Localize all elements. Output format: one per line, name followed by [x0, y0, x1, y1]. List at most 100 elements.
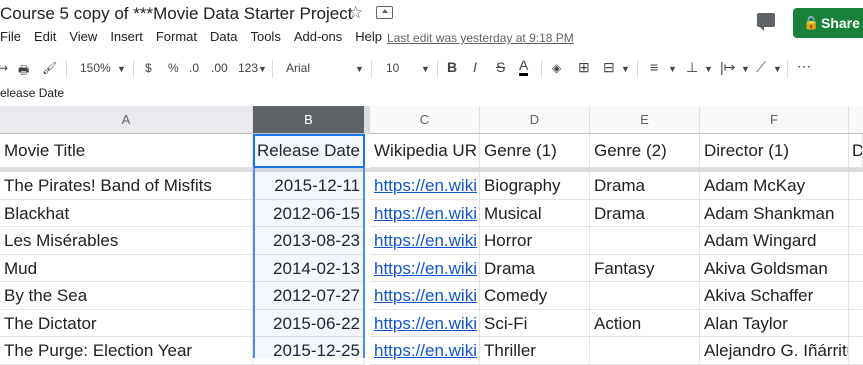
genre-2-cell[interactable]: Drama — [590, 199, 700, 227]
font-size-select[interactable]: 10 — [386, 61, 399, 75]
movie-title-cell[interactable]: Mud — [0, 254, 253, 282]
text-rotate-icon[interactable]: ⟋ — [756, 59, 766, 76]
text-wrap-icon[interactable]: |↦ — [720, 59, 735, 76]
comment-history-icon[interactable] — [757, 13, 775, 31]
chevron-down-icon[interactable]: ▼ — [773, 64, 782, 74]
movie-title-cell[interactable]: Les Misérables — [0, 227, 253, 255]
release-date-cell[interactable]: 2014-02-13 — [253, 254, 365, 282]
star-icon[interactable]: ☆ — [348, 3, 363, 23]
header-cell[interactable]: D — [849, 134, 863, 168]
director-cell[interactable]: Adam McKay — [700, 172, 849, 200]
menu-edit[interactable]: Edit — [34, 29, 56, 47]
menu-file[interactable]: File — [0, 29, 21, 47]
genre-1-cell[interactable]: Sci-Fi — [480, 309, 590, 337]
align-left-icon[interactable]: ≡ — [650, 59, 658, 75]
header-cell[interactable]: Movie Title — [0, 134, 253, 168]
increase-decimal-button[interactable]: .00 — [211, 61, 228, 75]
chevron-down-icon[interactable]: ▼ — [741, 64, 750, 74]
genre-2-cell[interactable]: Fantasy — [590, 254, 700, 282]
chevron-down-icon[interactable]: ▼ — [621, 64, 630, 74]
wikipedia-url-cell[interactable]: https://en.wiki — [370, 254, 480, 282]
menu-format[interactable]: Format — [156, 29, 197, 47]
release-date-cell[interactable]: 2015-12-11 — [253, 172, 365, 200]
header-cell[interactable]: Genre (2) — [590, 134, 700, 168]
strikethrough-button[interactable]: S — [496, 59, 505, 75]
wikipedia-url-cell[interactable]: https://en.wiki — [370, 172, 480, 200]
overflow-cell[interactable] — [849, 337, 863, 365]
genre-2-cell[interactable] — [590, 337, 700, 365]
genre-2-cell[interactable] — [590, 282, 700, 310]
wikipedia-url-cell[interactable]: https://en.wiki — [370, 282, 480, 310]
more-options-button[interactable]: ⋯ — [797, 58, 811, 75]
movie-title-cell[interactable]: The Pirates! Band of Misfits — [0, 172, 253, 200]
column-header-a[interactable]: A — [0, 106, 253, 134]
document-title[interactable]: Course 5 copy of ***Movie Data Starter P… — [0, 4, 352, 24]
formula-bar[interactable]: elease Date — [0, 86, 64, 100]
release-date-cell[interactable]: 2015-12-25 — [253, 337, 365, 365]
chevron-down-icon[interactable]: ▼ — [704, 64, 713, 74]
genre-2-cell[interactable] — [590, 227, 700, 255]
font-select[interactable]: Arial — [286, 61, 310, 75]
menu-help[interactable]: Help — [355, 29, 382, 47]
wikipedia-url-cell[interactable]: https://en.wiki — [370, 227, 480, 255]
header-cell[interactable]: Release Date — [253, 134, 365, 168]
overflow-cell[interactable] — [849, 255, 863, 282]
vertical-align-icon[interactable]: ⊥ — [686, 59, 698, 76]
genre-2-cell[interactable]: Drama — [590, 172, 700, 200]
genre-1-cell[interactable]: Comedy — [480, 282, 590, 310]
text-color-button[interactable]: A — [519, 57, 529, 76]
movie-title-cell[interactable]: The Dictator — [0, 309, 253, 337]
last-edit-link[interactable]: Last edit was yesterday at 9:18 PM — [387, 31, 574, 45]
genre-1-cell[interactable]: Horror — [480, 227, 590, 255]
number-format-button[interactable]: 123 — [238, 61, 258, 75]
percent-button[interactable]: % — [168, 61, 179, 75]
release-date-cell[interactable]: 2015-06-22 — [253, 309, 365, 337]
release-date-cell[interactable]: 2012-06-15 — [253, 199, 365, 227]
director-cell[interactable]: Adam Shankman — [700, 199, 849, 227]
menu-data[interactable]: Data — [210, 29, 237, 47]
release-date-cell[interactable]: 2013-08-23 — [253, 227, 365, 255]
menu-addons[interactable]: Add-ons — [294, 29, 342, 47]
genre-2-cell[interactable]: Action — [590, 309, 700, 337]
menu-tools[interactable]: Tools — [250, 29, 280, 47]
share-button[interactable]: 🔒 Share — [793, 8, 863, 38]
column-header-e[interactable]: E — [590, 106, 700, 134]
director-cell[interactable]: Alejandro G. Iñárritu — [700, 337, 849, 365]
redo-icon[interactable]: ↪ — [0, 61, 8, 75]
movie-title-cell[interactable]: Blackhat — [0, 199, 253, 227]
movie-title-cell[interactable]: By the Sea — [0, 282, 253, 310]
decrease-decimal-button[interactable]: .0 — [189, 61, 199, 75]
director-cell[interactable]: Alan Taylor — [700, 309, 849, 337]
genre-1-cell[interactable]: Thriller — [480, 337, 590, 365]
zoom-select[interactable]: 150% — [80, 61, 111, 75]
column-header-d[interactable]: D — [480, 106, 590, 134]
overflow-cell[interactable] — [849, 227, 863, 255]
column-header-c[interactable]: C — [370, 106, 480, 134]
wikipedia-url-cell[interactable]: https://en.wiki — [370, 199, 480, 227]
genre-1-cell[interactable]: Biography — [480, 172, 590, 200]
column-header-b[interactable]: B — [253, 106, 365, 134]
overflow-cell[interactable] — [849, 282, 863, 310]
borders-icon[interactable]: ⊞ — [578, 59, 590, 76]
header-cell[interactable]: Wikipedia UR — [370, 134, 480, 168]
print-icon[interactable]: 🖶 — [18, 61, 29, 82]
overflow-cell[interactable] — [849, 310, 863, 337]
movie-title-cell[interactable]: The Purge: Election Year — [0, 337, 253, 365]
menu-insert[interactable]: Insert — [110, 29, 143, 47]
chevron-down-icon[interactable]: ▼ — [421, 64, 430, 74]
genre-1-cell[interactable]: Drama — [480, 254, 590, 282]
italic-button[interactable]: I — [473, 59, 477, 75]
chevron-down-icon[interactable]: ▼ — [355, 64, 364, 74]
director-cell[interactable]: Akiva Schaffer — [700, 282, 849, 310]
chevron-down-icon[interactable]: ▼ — [117, 64, 126, 74]
director-cell[interactable]: Adam Wingard — [700, 227, 849, 255]
column-header-g[interactable] — [849, 106, 863, 134]
chevron-down-icon[interactable]: ▼ — [668, 64, 677, 74]
overflow-cell[interactable] — [849, 172, 863, 200]
chevron-down-icon[interactable]: ▼ — [258, 64, 267, 74]
column-header-f[interactable]: F — [700, 106, 849, 134]
move-folder-icon[interactable] — [376, 6, 393, 19]
genre-1-cell[interactable]: Musical — [480, 199, 590, 227]
wikipedia-url-cell[interactable]: https://en.wiki — [370, 337, 480, 365]
bold-button[interactable]: B — [447, 59, 457, 75]
